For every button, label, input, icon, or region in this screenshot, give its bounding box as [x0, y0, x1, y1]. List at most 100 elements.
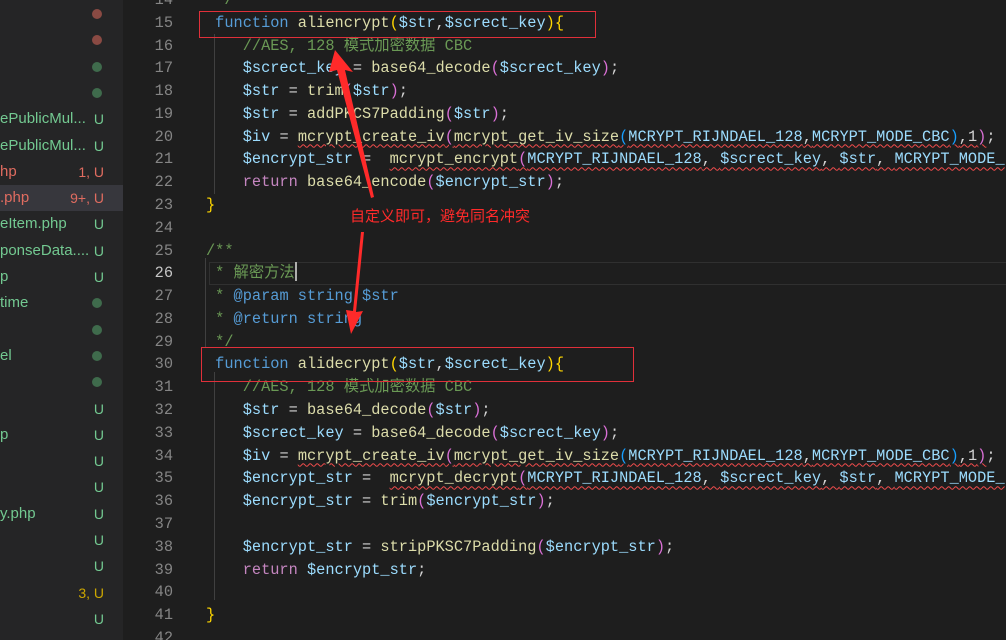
line-number: 32 [154, 401, 173, 420]
file-item[interactable]: U [0, 448, 123, 474]
code-token: ( [619, 127, 629, 146]
file-item[interactable]: U [0, 527, 123, 553]
code-token: $str [206, 401, 280, 420]
code-token: stripPKSC7Padding [380, 537, 537, 556]
code-text: * 解密方法 [206, 262, 297, 285]
code-token: $encrypt_str [545, 537, 656, 556]
line-number: 27 [154, 287, 173, 306]
code-token: addPKCS7Padding [306, 104, 445, 123]
file-item[interactable]: y.php U [0, 501, 123, 527]
code-text: $str = trim($str); [206, 80, 408, 103]
file-item[interactable]: U [0, 474, 123, 500]
line-number: 31 [154, 378, 173, 397]
file-item[interactable]: eItem.php U [0, 211, 123, 237]
git-status-badge: U [93, 479, 104, 496]
line-number: 33 [154, 423, 173, 442]
code-line[interactable]: 23} [123, 194, 1006, 217]
code-token: mcrypt_get_iv_size [453, 127, 620, 146]
code-token: MCRYPT_MODE_ [894, 150, 1005, 169]
code-line[interactable]: 27 * @param string $str [123, 285, 1006, 308]
code-token: MCRYPT_RIJNDAEL_128 [527, 469, 702, 488]
file-item[interactable]: ePublicMul... U [0, 106, 123, 132]
git-status-badge: U [93, 532, 104, 548]
file-item[interactable]: ponseData.... U [0, 238, 123, 264]
file-item[interactable]: ePublicMul... U [0, 133, 123, 159]
line-number: 17 [154, 59, 173, 78]
file-item[interactable] [0, 369, 123, 395]
file-item[interactable]: hp 1, U [0, 159, 123, 185]
code-line[interactable]: 28 * @return string [123, 308, 1006, 331]
code-token: ,1 [958, 127, 978, 146]
code-token: ) [389, 82, 399, 101]
file-item[interactable]: U [0, 553, 123, 579]
code-line[interactable]: 39 return $encrypt_str; [123, 559, 1006, 582]
git-status-badge: U [93, 269, 104, 285]
file-item[interactable]: pU [0, 264, 123, 290]
file-explorer: ePublicMul... UePublicMul... Uhp 1, U .php 9+… [0, 0, 123, 640]
code-line[interactable]: 36 $encrypt_str = trim($encrypt_str); [123, 490, 1006, 513]
code-line[interactable]: 18 $str = trim($str); [123, 80, 1006, 103]
code-line[interactable]: 17 $screct_key = base64_decode($screct_k… [123, 57, 1006, 80]
file-name: ePublicMul... [0, 110, 86, 128]
file-item[interactable] [0, 80, 123, 106]
file-item[interactable]: U [0, 606, 123, 632]
git-status-badge: U [93, 558, 104, 575]
code-line[interactable]: 26 * 解密方法 [123, 262, 1006, 286]
file-item[interactable] [0, 27, 123, 53]
file-item[interactable]: pU [0, 422, 123, 448]
code-token: ( [343, 82, 353, 101]
line-number: 36 [154, 492, 173, 511]
git-status-badge: U [93, 426, 104, 443]
code-token: , [802, 446, 812, 465]
code-token: ( [444, 104, 454, 123]
code-line[interactable]: 37 [123, 513, 1006, 536]
file-item[interactable]: el [0, 343, 123, 369]
code-token: $encrypt_str [206, 492, 353, 511]
file-name: time [0, 294, 29, 312]
file-item[interactable]: time [0, 290, 123, 316]
code-token: } [206, 196, 216, 215]
file-item[interactable] [0, 1, 123, 27]
code-token: $screct_key [720, 150, 822, 169]
file-item[interactable]: 3, U [0, 580, 123, 606]
code-token: $encrypt_str [206, 150, 353, 169]
code-token: , [821, 469, 840, 488]
code-text: * @param string $str [206, 285, 399, 308]
code-line[interactable]: 21 $encrypt_str = mcrypt_encrypt(MCRYPT_… [123, 148, 1006, 171]
file-item[interactable] [0, 317, 123, 343]
code-token: //AES, 128 模式加密数据 CBC [206, 36, 473, 55]
file-name: hp [0, 162, 17, 180]
code-line[interactable]: 33 $screct_key = base64_decode($screct_k… [123, 422, 1006, 445]
code-token: @return string [233, 309, 363, 328]
code-editor[interactable]: 14 */15 function aliencrypt($str,$screct… [123, 0, 1006, 640]
code-token: MCRYPT_MODE_CBC [811, 127, 950, 146]
code-line[interactable]: 20 $iv = mcrypt_create_iv(mcrypt_get_iv_… [123, 126, 1006, 149]
code-line[interactable]: 42 [123, 627, 1006, 640]
code-line[interactable]: 22 return base64_encode($encrypt_str); [123, 171, 1006, 194]
code-line[interactable]: 41} [123, 604, 1006, 627]
code-token: ) [977, 446, 987, 465]
line-number: 22 [154, 173, 173, 192]
code-line[interactable]: 34 $iv = mcrypt_create_iv(mcrypt_get_iv_… [123, 445, 1006, 468]
file-item[interactable]: U [0, 396, 123, 422]
code-token: , [701, 469, 721, 488]
code-line[interactable]: 40 [123, 581, 1006, 604]
code-line[interactable]: 24 [123, 217, 1006, 240]
code-token: ; [609, 59, 620, 78]
code-line[interactable]: 19 $str = addPKCS7Padding($str); [123, 103, 1006, 126]
file-item[interactable]: .php 9+, U [0, 185, 123, 212]
file-item[interactable] [0, 54, 123, 80]
modified-dot-icon [92, 35, 102, 46]
code-token: */ [206, 0, 234, 9]
code-token: mcrypt_encrypt [389, 150, 519, 169]
modified-dot-icon [92, 377, 102, 388]
code-token: ; [665, 537, 675, 556]
git-status-badge: U [93, 111, 104, 128]
code-line[interactable]: 32 $str = base64_decode($str); [123, 399, 1006, 422]
code-token: } [206, 606, 216, 625]
code-token: $iv [206, 127, 271, 146]
code-line[interactable]: 25 /** [123, 240, 1006, 263]
code-line[interactable]: 35 $encrypt_str = mcrypt_decrypt(MCRYPT_… [123, 467, 1006, 490]
git-status-badge: U [93, 610, 104, 627]
code-line[interactable]: 38 $encrypt_str = stripPKSC7Padding($enc… [123, 536, 1006, 559]
